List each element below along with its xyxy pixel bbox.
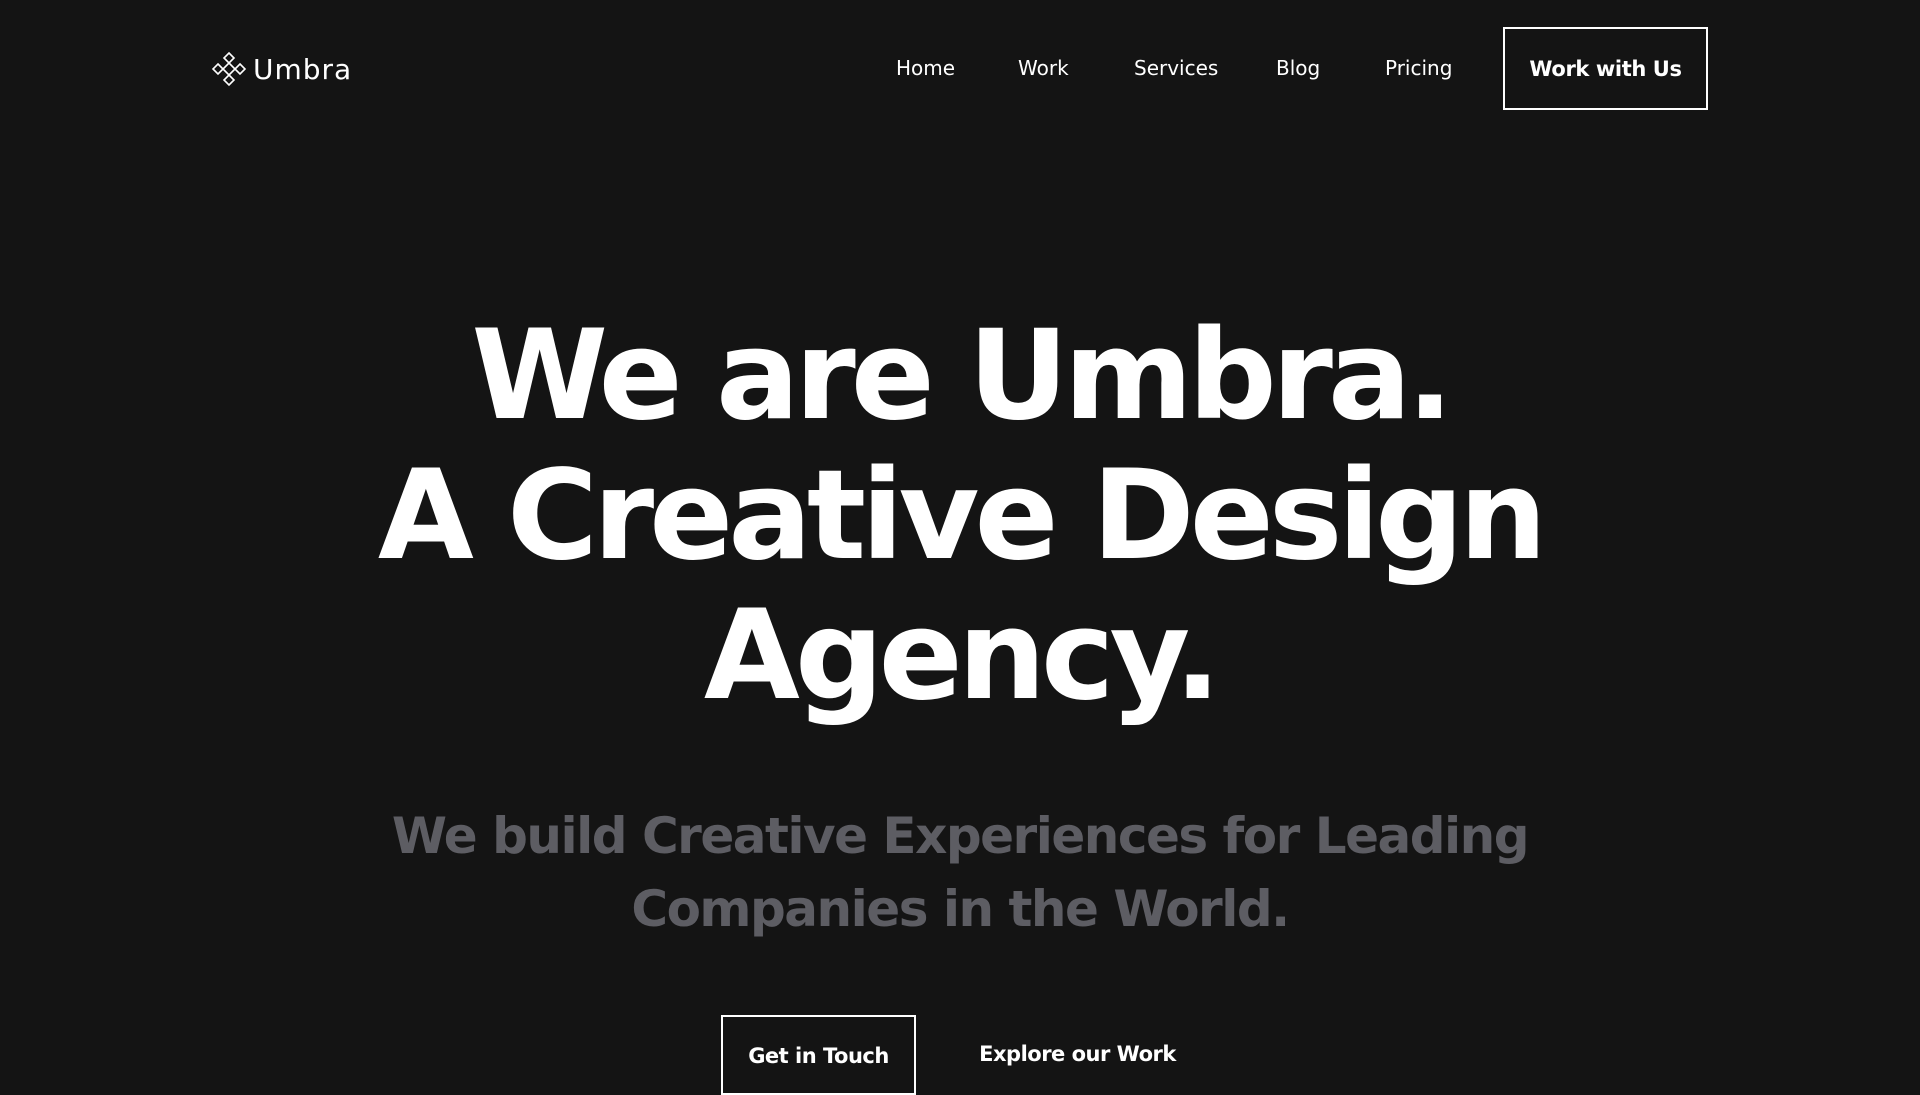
hero-subtitle: We build Creative Experiences for Leadin… bbox=[0, 800, 1920, 946]
hero-title-line-3: Agency. bbox=[703, 584, 1221, 728]
work-with-us-button[interactable]: Work with Us bbox=[1503, 27, 1708, 110]
get-in-touch-button[interactable]: Get in Touch bbox=[721, 1015, 916, 1095]
nav-item-services[interactable]: Services bbox=[1134, 56, 1218, 80]
hero-subtitle-line-1: We build Creative Experiences for Leadin… bbox=[391, 807, 1530, 865]
nav-item-work[interactable]: Work bbox=[1018, 56, 1069, 80]
hero-title-line-2: A Creative Design bbox=[377, 444, 1547, 588]
nav-item-blog[interactable]: Blog bbox=[1276, 56, 1320, 80]
hero-title: We are Umbra. A Creative Design Agency. bbox=[0, 306, 1920, 726]
hero-title-line-1: We are Umbra. bbox=[471, 304, 1453, 448]
nav-item-home[interactable]: Home bbox=[896, 56, 955, 80]
nav-item-pricing[interactable]: Pricing bbox=[1385, 56, 1452, 80]
hero-subtitle-line-2: Companies in the World. bbox=[631, 880, 1290, 938]
explore-work-button[interactable]: Explore our Work bbox=[960, 1015, 1195, 1095]
site-header: Umbra Home Work Services Blog Pricing Wo… bbox=[0, 0, 1920, 136]
